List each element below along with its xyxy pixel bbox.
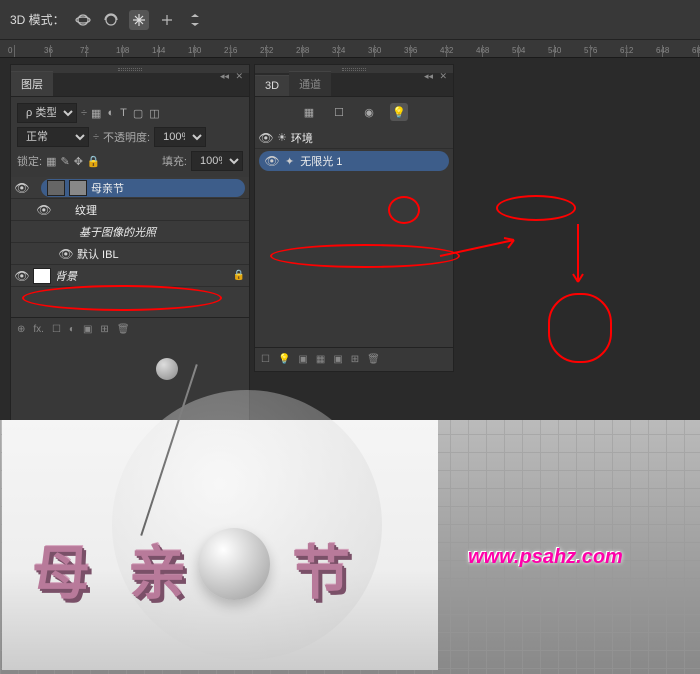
lock-paint-icon[interactable]: ✎ xyxy=(60,155,69,168)
fill-label: 填充: xyxy=(162,153,187,169)
layer-thumb xyxy=(47,180,65,196)
group-icon[interactable]: ▣ xyxy=(83,324,92,335)
3d-item-infinite-light[interactable]: 👁 ✦ 无限光 1 xyxy=(259,151,449,171)
visibility-icon[interactable]: 👁 xyxy=(15,181,29,195)
layer-item-muqinjie[interactable]: 👁 母亲节 xyxy=(11,177,249,199)
trash-icon[interactable]: 🗑 xyxy=(367,354,380,365)
adjust-icon[interactable]: ◐ xyxy=(69,324,75,335)
light-gizmo-head[interactable] xyxy=(156,358,178,380)
layer-name: 基于图像的光照 xyxy=(79,224,156,240)
mode-label: 3D 模式： xyxy=(10,11,65,28)
visibility-icon[interactable]: 👁 xyxy=(37,203,51,217)
tab-layers[interactable]: 图层 xyxy=(11,71,53,96)
filter-light-icon[interactable]: 💡 xyxy=(390,103,408,121)
3d-item-name: 无限光 1 xyxy=(300,153,342,169)
light-gizmo-sphere[interactable] xyxy=(198,528,270,600)
opacity-input[interactable]: 100% xyxy=(154,127,206,147)
fill-input[interactable]: 100% xyxy=(191,151,243,171)
lock-transparency-icon[interactable]: ▦ xyxy=(46,155,56,168)
layer-thumb-3d xyxy=(69,180,87,196)
bounding-sphere xyxy=(112,390,382,660)
tab-channels[interactable]: 通道 xyxy=(289,71,331,96)
icon[interactable]: ▣ xyxy=(298,354,307,365)
icon[interactable]: ☐ xyxy=(261,354,270,365)
link-icon[interactable]: ⊕ xyxy=(17,324,25,335)
pan-icon[interactable] xyxy=(129,10,149,30)
icon[interactable]: ▦ xyxy=(316,354,325,365)
layer-item-background[interactable]: 👁 背景 🔒 xyxy=(11,265,249,287)
filter-material-icon[interactable]: ◉ xyxy=(360,103,378,121)
visibility-icon[interactable]: 👁 xyxy=(15,269,29,283)
orbit-icon[interactable] xyxy=(73,10,93,30)
3d-panel: 3D 通道 ◂◂ ✕ ▦ ☐ ◉ 💡 👁 ☀ 环境 👁 ✦ 无限光 1 ☐ xyxy=(254,64,454,372)
layer-name: 纹理 xyxy=(75,202,97,218)
new-icon[interactable]: ⊞ xyxy=(351,354,359,365)
layer-name: 默认 IBL xyxy=(77,246,119,262)
3d-text-2: 亲 xyxy=(128,526,186,610)
ruler: 0367210814418021625228832436039643246850… xyxy=(0,40,700,58)
slide-icon[interactable] xyxy=(157,10,177,30)
filter-smart-icon[interactable]: ◫ xyxy=(149,107,159,120)
trash-icon[interactable]: 🗑 xyxy=(117,324,130,335)
filter-type-icon[interactable]: T xyxy=(120,107,127,120)
filter-type-select[interactable]: ρ 类型 xyxy=(17,103,77,123)
layers-footer: ⊕ fx. ☐ ◐ ▣ ⊞ 🗑 xyxy=(11,317,249,341)
blend-mode-select[interactable]: 正常 xyxy=(17,127,89,147)
visibility-icon[interactable]: 👁 xyxy=(259,131,273,145)
filter-shape-icon[interactable]: ▢ xyxy=(133,107,143,120)
layer-item-texture[interactable]: 👁 纹理 xyxy=(11,199,249,221)
watermark: www.psahz.com xyxy=(468,546,623,569)
3d-text-1: 母 xyxy=(32,526,90,610)
layer-name: 母亲节 xyxy=(91,180,124,196)
visibility-icon[interactable]: 👁 xyxy=(265,154,279,168)
close-icon[interactable]: ✕ xyxy=(235,71,243,82)
layer-item-default-ibl[interactable]: 👁 默认 IBL xyxy=(11,243,249,265)
new-icon[interactable]: ⊞ xyxy=(100,324,108,335)
3d-footer: ☐ 💡 ▣ ▦ ▣ ⊞ 🗑 xyxy=(255,347,453,371)
environment-icon: ☀ xyxy=(277,131,287,144)
filter-mesh-icon[interactable]: ☐ xyxy=(330,103,348,121)
3d-list: 👁 ☀ 环境 👁 ✦ 无限光 1 xyxy=(255,127,453,171)
filter-adjust-icon[interactable]: ◐ xyxy=(107,107,114,120)
options-bar: 3D 模式： xyxy=(0,0,700,40)
close-icon[interactable]: ✕ xyxy=(439,71,447,82)
fx-icon[interactable]: fx. xyxy=(33,324,44,335)
lock-move-icon[interactable]: ✥ xyxy=(74,155,83,168)
collapse-icon[interactable]: ◂◂ xyxy=(424,71,433,82)
visibility-icon[interactable]: 👁 xyxy=(59,247,73,261)
layer-item-ibl-header[interactable]: 基于图像的光照 xyxy=(11,221,249,243)
3d-item-name: 环境 xyxy=(291,130,313,146)
filter-scene-icon[interactable]: ▦ xyxy=(300,103,318,121)
lock-all-icon[interactable]: 🔒 xyxy=(87,155,101,168)
layer-name: 背景 xyxy=(55,268,77,284)
lock-label: 锁定: xyxy=(17,153,42,169)
mask-icon[interactable]: ☐ xyxy=(52,324,61,335)
light-icon[interactable]: 💡 xyxy=(278,354,290,365)
icon[interactable]: ▣ xyxy=(333,354,342,365)
filter-pixel-icon[interactable]: ▦ xyxy=(91,107,101,120)
light-icon: ✦ xyxy=(285,155,294,168)
opacity-label: 不透明度: xyxy=(103,129,150,145)
3d-item-environment[interactable]: 👁 ☀ 环境 xyxy=(255,127,453,149)
tab-3d[interactable]: 3D xyxy=(255,75,289,96)
layer-thumb xyxy=(33,268,51,284)
scale-icon[interactable] xyxy=(185,10,205,30)
3d-text-3: 节 xyxy=(292,526,350,610)
document-view: 母 亲 节 xyxy=(2,420,438,670)
collapse-icon[interactable]: ◂◂ xyxy=(220,71,229,82)
layer-list: 👁 母亲节 👁 纹理 基于图像的光照 👁 默认 IBL xyxy=(11,177,249,317)
lock-icon: 🔒 xyxy=(233,270,245,281)
roll-icon[interactable] xyxy=(101,10,121,30)
